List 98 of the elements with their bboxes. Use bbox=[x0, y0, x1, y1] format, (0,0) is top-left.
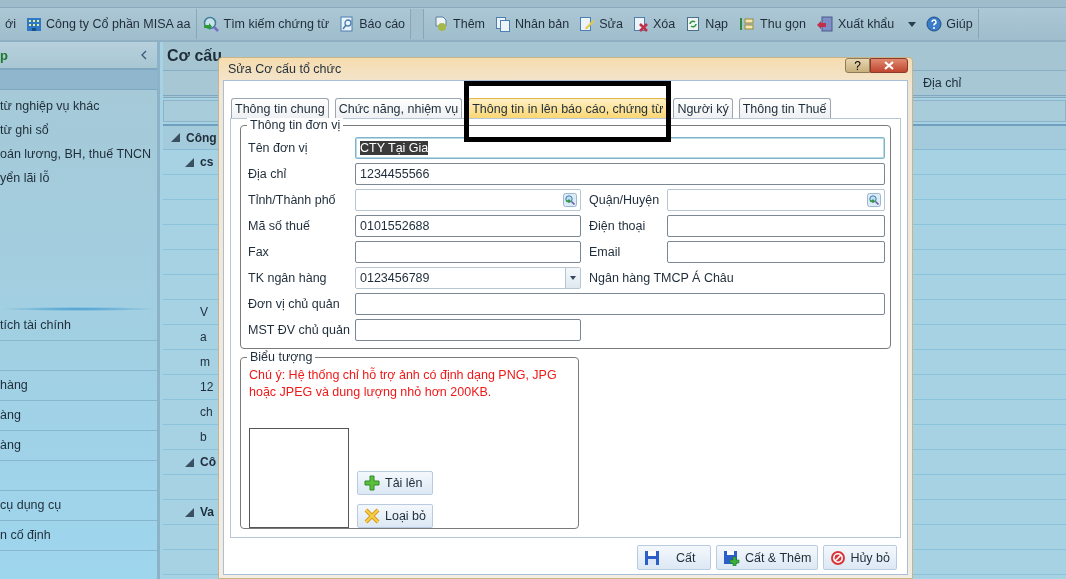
sidebar-section[interactable]: àng bbox=[0, 431, 157, 461]
toolbar-button[interactable]: Nhân bản bbox=[490, 11, 575, 37]
refresh-icon bbox=[685, 16, 702, 32]
dialog-button[interactable]: Cất & Thêm bbox=[715, 545, 819, 570]
sidebar-item[interactable]: yển lãi lỗ bbox=[0, 166, 157, 191]
sidebar-section[interactable]: àng bbox=[0, 401, 157, 431]
input-field[interactable] bbox=[667, 241, 885, 263]
sidebar-section[interactable]: hàng bbox=[0, 371, 157, 401]
toolbar-button[interactable]: Tìm kiếm chứng từ bbox=[196, 11, 335, 37]
field-label: Tỉnh/Thành phố bbox=[248, 193, 337, 207]
toolbar-button[interactable]: Công ty Cổ phần MISA aa bbox=[21, 11, 196, 37]
search-icon[interactable] bbox=[867, 193, 881, 207]
field-label: TK ngân hàng bbox=[248, 271, 328, 285]
input-field[interactable] bbox=[667, 215, 885, 237]
edit-icon bbox=[579, 16, 596, 32]
caret-icon bbox=[570, 276, 576, 280]
dialog-button[interactable]: Cất bbox=[636, 545, 711, 570]
help-button[interactable]: ? bbox=[845, 58, 870, 73]
toolbar-button[interactable]: Thu gọn bbox=[733, 11, 811, 37]
save-add-icon bbox=[722, 549, 741, 566]
expand-icon[interactable] bbox=[185, 457, 194, 467]
save-icon bbox=[643, 549, 660, 566]
expand-icon[interactable] bbox=[185, 507, 194, 517]
expand-icon[interactable] bbox=[171, 133, 180, 142]
tree-icon bbox=[738, 16, 757, 32]
table-cell: m bbox=[200, 355, 210, 369]
lookup-field[interactable] bbox=[667, 189, 885, 211]
tab[interactable]: Chức năng, nhiệm vụ bbox=[334, 98, 463, 118]
field-label: MST ĐV chủ quản bbox=[248, 323, 351, 337]
toolbar-button[interactable]: Sửa bbox=[574, 11, 628, 37]
input-field[interactable] bbox=[355, 241, 581, 263]
lookup-field[interactable] bbox=[355, 189, 581, 211]
bank-name: Ngân hàng TMCP Á Châu bbox=[588, 271, 735, 285]
sidebar-section[interactable]: tích tài chính bbox=[0, 311, 157, 341]
expand-icon[interactable] bbox=[185, 157, 194, 167]
sidebar-section[interactable]: cụ dụng cụ bbox=[0, 491, 157, 521]
close-button[interactable] bbox=[870, 58, 908, 73]
help-icon bbox=[926, 16, 943, 32]
search-icon bbox=[201, 16, 220, 32]
input-field[interactable] bbox=[355, 319, 581, 341]
group-title: Biểu tượng bbox=[247, 350, 316, 364]
field-label: Mã số thuế bbox=[248, 219, 311, 233]
document-add-icon bbox=[433, 16, 450, 32]
table-cell: ch bbox=[200, 405, 213, 419]
delete-icon bbox=[632, 16, 649, 32]
field-label: Fax bbox=[248, 245, 270, 259]
sidebar-section[interactable]: n cố định bbox=[0, 521, 157, 551]
remove-button[interactable]: Loại bỏ bbox=[357, 504, 433, 528]
group-row-label: Va bbox=[200, 505, 214, 519]
field-label: Địa chỉ bbox=[248, 167, 288, 181]
sidebar-item[interactable]: từ nghiệp vụ khác bbox=[0, 94, 157, 119]
plus-icon bbox=[364, 475, 380, 491]
cross-icon bbox=[364, 508, 380, 524]
dropdown-field[interactable]: 0123456789 bbox=[355, 267, 581, 289]
toolbar-button[interactable]: ới bbox=[0, 11, 21, 37]
group-row-label: cs bbox=[200, 155, 214, 169]
input-field[interactable]: 1234455566 bbox=[355, 163, 885, 185]
close-icon bbox=[883, 61, 895, 70]
toolbar-button[interactable]: Thêm bbox=[428, 11, 490, 37]
copy-icon bbox=[495, 16, 511, 32]
sidebar-item[interactable]: từ ghi sổ bbox=[0, 118, 157, 143]
table-cell: V bbox=[200, 305, 208, 319]
report-icon bbox=[339, 16, 356, 32]
tab[interactable]: Thông tin chung bbox=[231, 98, 329, 118]
tab[interactable]: Thông tin in lên báo cáo, chứng từ bbox=[468, 98, 668, 118]
group-title: Thông tin đơn vị bbox=[247, 118, 344, 132]
cancel-icon bbox=[830, 549, 847, 566]
field-label: Điện thoại bbox=[588, 219, 647, 233]
field-label: Quận/Huyện bbox=[588, 193, 661, 207]
export-icon bbox=[815, 16, 834, 32]
column-header: Địa chỉ bbox=[923, 76, 962, 90]
toolbar-button[interactable]: Báo cáo bbox=[334, 11, 411, 37]
tab[interactable]: Thông tin Thuế bbox=[738, 98, 831, 118]
building-icon bbox=[26, 16, 42, 32]
input-field[interactable]: 0101552688 bbox=[355, 215, 581, 237]
input-field[interactable]: CTY Tại Gia bbox=[355, 137, 885, 159]
toolbar-button[interactable]: Nạp bbox=[680, 11, 734, 37]
table-cell: b bbox=[200, 430, 207, 444]
search-icon[interactable] bbox=[563, 193, 577, 207]
toolbar-button[interactable]: Giúp bbox=[921, 11, 978, 37]
table-cell: a bbox=[200, 330, 207, 344]
sidebar-item[interactable]: oán lương, BH, thuế TNCN bbox=[0, 142, 157, 167]
toolbar-overflow-handle[interactable] bbox=[411, 9, 425, 39]
field-label: Email bbox=[588, 245, 622, 259]
sidebar-title: p bbox=[0, 47, 8, 63]
upload-button[interactable]: Tải lên bbox=[357, 471, 433, 495]
tab[interactable]: Người ký bbox=[673, 98, 733, 118]
warning-text: Chú ý: Hệ thống chỉ hỗ trợ ảnh có định dạng PNG, JPG hoặc JPEG và dung lượng nhỏ hơn 200KB. bbox=[249, 367, 558, 401]
toolbar-button[interactable]: Xóa bbox=[627, 11, 681, 37]
toolbar-button[interactable]: Xuất khẩu bbox=[810, 11, 922, 37]
collapse-icon[interactable] bbox=[141, 50, 147, 61]
group-row-label: Cô bbox=[200, 455, 216, 469]
grid-header: Công bbox=[186, 130, 217, 145]
dialog-button[interactable]: Hủy bỏ bbox=[823, 545, 897, 570]
field-label: Đơn vị chủ quản bbox=[248, 297, 341, 311]
field-label: Tên đơn vị bbox=[248, 141, 309, 155]
input-field[interactable] bbox=[355, 293, 885, 315]
table-cell: 12 bbox=[200, 380, 214, 394]
